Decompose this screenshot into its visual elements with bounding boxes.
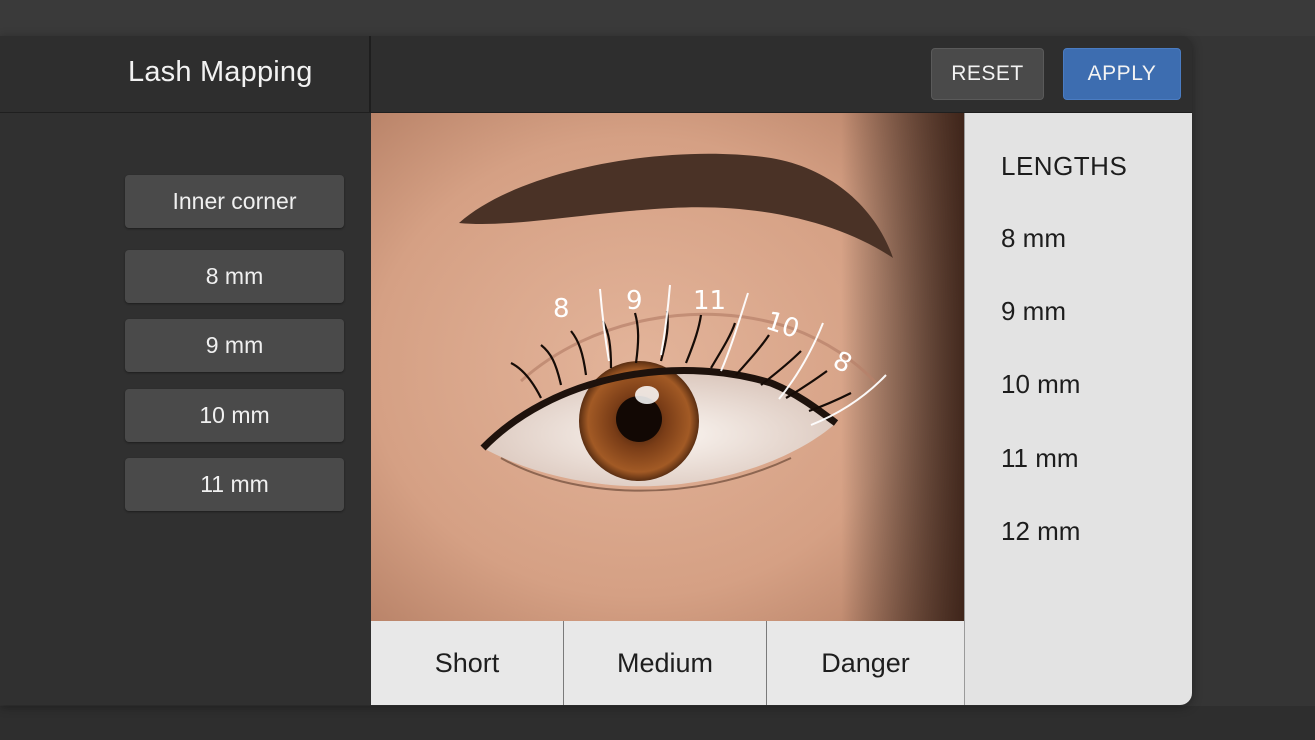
lengths-panel: LENGTHS 8 mm 9 mm 10 mm 11 mm 12 mm <box>964 113 1192 705</box>
length-option-11mm[interactable]: 11 mm <box>1001 443 1079 474</box>
eye-highlight <box>635 386 659 404</box>
page-title: Lash Mapping <box>128 56 313 88</box>
title-bar: Lash Mapping RESET APPLY <box>0 36 1192 113</box>
lash-length-label-3: 11 <box>693 286 726 316</box>
length-option-12mm[interactable]: 12 mm <box>1001 516 1080 547</box>
length-option-8mm[interactable]: 8 mm <box>1001 223 1066 254</box>
tab-medium[interactable]: Medium <box>564 621 767 705</box>
length-option-9mm[interactable]: 9 mm <box>1001 296 1066 327</box>
apply-button[interactable]: APPLY <box>1063 48 1181 100</box>
tab-short[interactable]: Short <box>371 621 564 705</box>
sidebar-item-8mm[interactable]: 8 mm <box>125 250 344 303</box>
eye-pupil <box>616 396 662 442</box>
sidebar-item-10mm[interactable]: 10 mm <box>125 389 344 442</box>
title-divider <box>369 36 371 112</box>
sidebar-item-11mm[interactable]: 11 mm <box>125 458 344 511</box>
length-option-10mm[interactable]: 10 mm <box>1001 369 1080 400</box>
app-window: Lash Mapping RESET APPLY Inner corner 8 … <box>0 36 1192 705</box>
desktop-background-top <box>0 0 1315 36</box>
lengths-heading: LENGTHS <box>1001 151 1128 181</box>
sidebar-item-9mm[interactable]: 9 mm <box>125 319 344 372</box>
tab-danger[interactable]: Danger <box>767 621 964 705</box>
sidebar: Inner corner 8 mm 9 mm 10 mm 11 mm <box>0 113 370 705</box>
lash-length-label-1: 8 <box>553 294 570 324</box>
eye-photo-canvas[interactable]: 8 9 11 10 8 <box>371 113 964 621</box>
desktop-background-bottom <box>0 706 1315 740</box>
lash-length-label-2: 9 <box>626 286 643 316</box>
sidebar-item-inner-corner[interactable]: Inner corner <box>125 175 344 228</box>
reset-button[interactable]: RESET <box>931 48 1044 100</box>
category-tabs: Short Medium Danger <box>371 621 964 705</box>
